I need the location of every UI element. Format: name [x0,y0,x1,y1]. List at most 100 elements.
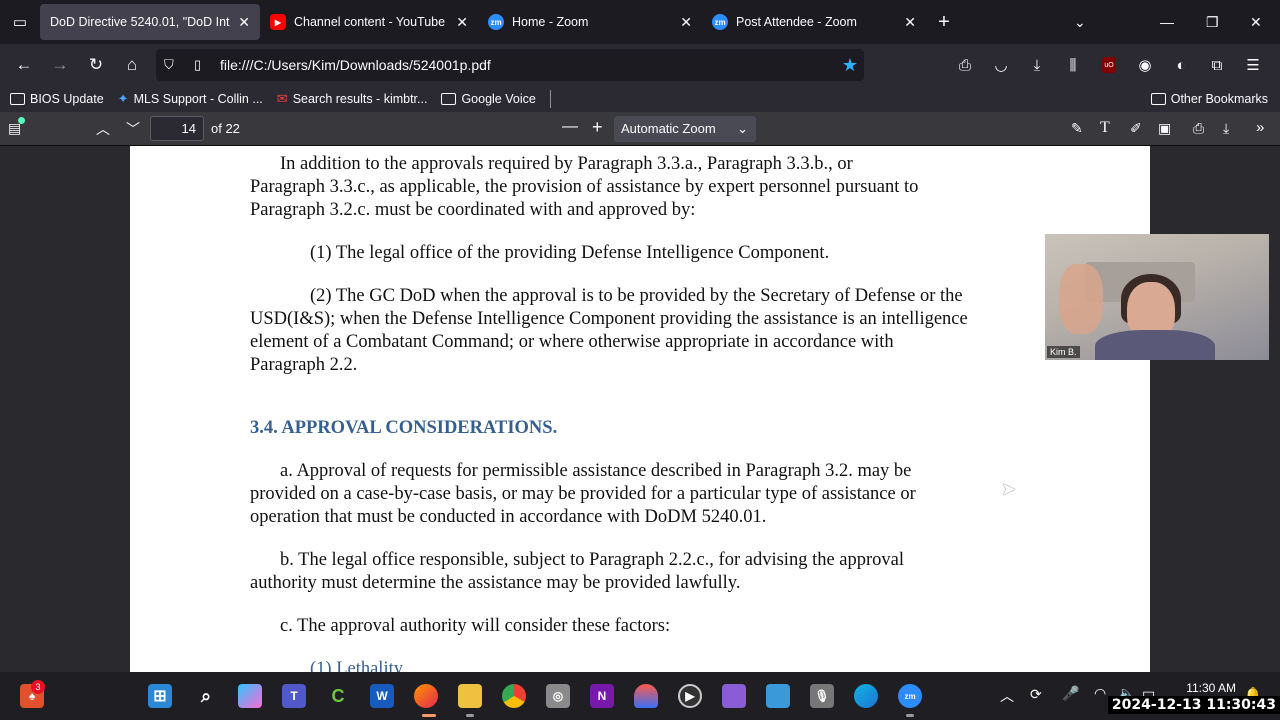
zoom-select-value: Automatic Zoom [621,121,716,136]
shield-icon[interactable]: ⛉ [164,57,194,73]
video-person-body [1095,330,1215,360]
pdf-viewer[interactable]: In addition to the approvals required by… [0,146,1280,672]
tab-overflow-chevron-icon[interactable]: ⌄ [1074,0,1086,44]
folder-icon [1150,93,1166,105]
next-page-icon[interactable]: ﹀ [126,119,140,139]
file-explorer-icon[interactable] [458,684,482,708]
folder-icon [441,93,457,105]
draw-icon[interactable]: ✐ [1130,120,1142,137]
camera-icon[interactable]: ◎ [546,684,570,708]
wifi-icon[interactable]: ◠ [1094,685,1106,702]
tab-list-icon[interactable]: ▭ [0,0,40,44]
clipchamp-icon[interactable] [722,684,746,708]
colorful-app-icon[interactable] [634,684,658,708]
bookmark-bios-update[interactable]: BIOS Update [10,92,104,106]
close-tab-icon[interactable]: ✕ [680,14,692,31]
url-bar[interactable]: ⛉ ▯ file:///C:/Users/Kim/Downloads/52400… [156,49,864,81]
paragraph-text: operation that must be conducted in acco… [250,507,767,527]
save-icon[interactable]: ⤓ [1223,120,1229,137]
zoom-select[interactable]: Automatic Zoom ⌄ [614,116,756,142]
close-tab-icon[interactable]: ✕ [456,14,468,31]
print-icon[interactable]: ⎙ [948,49,982,81]
app-indicator [466,714,474,717]
close-tab-icon[interactable]: ✕ [238,14,250,31]
bookmark-gmail-search[interactable]: ✉ Search results - kimbtr... [277,91,428,107]
image-icon[interactable]: ▣ [1158,120,1171,137]
media-player-icon[interactable]: ▶ [678,684,702,708]
bookmark-star-icon[interactable]: ★ [842,55,858,76]
download-icon[interactable]: ⤓ [1020,49,1054,81]
paragraph-text: authority must determine the assistance … [250,573,741,593]
word-icon[interactable]: W [370,684,394,708]
extension-icon[interactable]: ◐ [1164,49,1198,81]
tab-zoom-home[interactable]: zm Home - Zoom ✕ [478,4,702,40]
zoom-in-icon[interactable]: + [592,117,603,138]
close-tab-icon[interactable]: ✕ [904,14,916,31]
tab-youtube-studio[interactable]: ▶ Channel content - YouTube Stu ✕ [260,4,478,40]
close-window-icon[interactable]: ✕ [1250,0,1262,44]
library-icon[interactable]: ⫼ [1056,49,1090,81]
bookmark-label: Google Voice [461,92,536,106]
back-arrow-icon[interactable]: ← [6,49,42,81]
notification-badge: 3 [31,680,45,694]
other-bookmarks[interactable]: Other Bookmarks [1150,92,1268,106]
photos-icon[interactable] [766,684,790,708]
notification-dot [18,117,25,124]
home-icon[interactable]: ⌂ [114,49,150,81]
active-app-indicator [422,714,436,717]
pdf-toolbar: ▤ ︿ ﹀ 14 of 22 — + Automatic Zoom ⌄ ✎ T … [0,112,1280,146]
search-icon[interactable]: ⌕ [194,684,218,708]
zoom-taskbar-icon[interactable]: zm [898,684,922,708]
zoom-out-icon[interactable]: — [562,118,578,136]
paragraph-text: b. The legal office responsible, subject… [280,550,905,570]
taskbar-clock[interactable]: 11:30 AM [1186,680,1236,696]
extensions-puzzle-icon[interactable]: ⧉ [1200,49,1234,81]
page-number-input[interactable]: 14 [150,116,204,141]
paragraph-text: c. The approval authority will consider … [280,616,671,636]
reload-icon[interactable]: ↻ [78,49,114,81]
firefox-icon[interactable] [414,684,438,708]
print-icon[interactable]: ⎙ [1193,120,1204,137]
bookmark-label: MLS Support - Collin ... [133,92,263,106]
url-text[interactable]: file:///C:/Users/Kim/Downloads/524001p.p… [220,57,491,73]
tab-title: Channel content - YouTube Stu [294,15,448,29]
bookmark-google-voice[interactable]: Google Voice [441,92,536,106]
recording-timestamp: 2024-12-13 11:30:43 [1107,696,1280,714]
onenote-icon[interactable]: N [590,684,614,708]
copilot-icon[interactable] [238,684,262,708]
windows-start-icon[interactable]: ⊞ [148,684,172,708]
chrome-icon[interactable] [502,684,526,708]
ublock-icon[interactable]: uO [1092,49,1126,81]
more-tools-icon[interactable]: » [1256,119,1264,136]
toolbar-right: ⎙ ◡ ⤓ ⫼ uO ◉ ◐ ⧉ ☰ [948,44,1270,86]
teams-icon[interactable]: T [282,684,306,708]
pdf-page: In addition to the approvals required by… [130,146,1150,672]
edge-icon[interactable] [854,684,878,708]
menu-icon[interactable]: ☰ [1236,49,1270,81]
video-person-hand [1059,264,1103,334]
previous-page-icon[interactable]: ︿ [96,119,110,139]
microphone-app-icon[interactable]: 🎙 [810,684,834,708]
tab-dod-directive[interactable]: DoD Directive 5240.01, "DoD Intelli ✕ [40,4,260,40]
account-icon[interactable]: ◉ [1128,49,1162,81]
tray-overflow-icon[interactable]: ︿ [1000,686,1014,706]
restore-icon[interactable]: ❐ [1206,0,1219,44]
bookmark-mls-support[interactable]: ✦ MLS Support - Collin ... [118,91,263,107]
forward-arrow-icon[interactable]: → [42,49,78,81]
bookmark-label: Search results - kimbtr... [292,92,428,106]
chevron-down-icon: ⌄ [737,121,748,136]
new-tab-button[interactable]: + [926,11,962,34]
highlight-icon[interactable]: ✎ [1071,120,1083,137]
mouse-cursor-icon: ➤ [1001,479,1017,499]
text-tool-icon[interactable]: T [1100,119,1110,137]
tab-zoom-post-attendee[interactable]: zm Post Attendee - Zoom ✕ [702,4,926,40]
microphone-icon[interactable]: 🎤 [1062,685,1079,702]
green-app-icon[interactable]: C [326,684,350,708]
paragraph-text: a. Approval of requests for permissible … [280,461,912,481]
page-count: of 22 [211,121,240,136]
minimize-icon[interactable]: — [1160,0,1174,44]
sync-icon[interactable]: ⟳ [1030,686,1042,703]
pocket-icon[interactable]: ◡ [984,49,1018,81]
zoom-video-thumbnail[interactable]: Kim B. [1045,234,1269,360]
paragraph-text: provided on a case-by-case basis, or may… [250,484,916,504]
